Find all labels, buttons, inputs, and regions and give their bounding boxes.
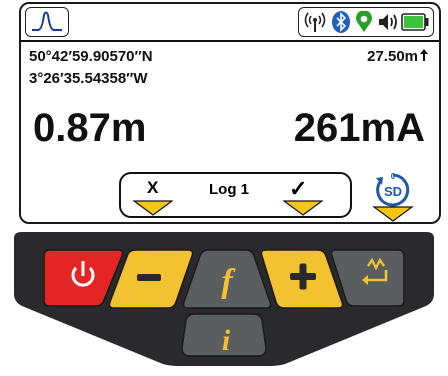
softkey-left-arrow-icon[interactable] bbox=[133, 200, 173, 216]
softkey-cancel-label: X bbox=[147, 178, 159, 197]
altitude-value: 27.50m bbox=[367, 48, 418, 65]
latitude: 50°42′59.90570″N bbox=[29, 48, 153, 65]
signal-indicator bbox=[25, 7, 69, 37]
sd-card-softkey[interactable]: 0 SD bbox=[371, 170, 415, 222]
peak-waveform-icon bbox=[32, 11, 62, 31]
arrow-up-icon bbox=[420, 49, 428, 61]
sd-label: SD bbox=[384, 184, 402, 199]
info-button[interactable]: i bbox=[181, 313, 267, 357]
status-bar bbox=[21, 4, 439, 40]
bluetooth-icon bbox=[332, 11, 350, 33]
status-icons bbox=[298, 7, 434, 37]
longitude: 3°26′35.54358″W bbox=[29, 70, 148, 87]
device-screen: 50°42′59.90570″N 3°26′35.54358″W 27.50m … bbox=[19, 2, 441, 224]
gps-pin-icon bbox=[356, 11, 372, 32]
battery-icon bbox=[401, 13, 429, 31]
softkey-confirm-label: ✓ bbox=[289, 176, 308, 201]
current-reading: 261mA bbox=[293, 106, 425, 150]
info-icon: i bbox=[222, 324, 231, 357]
keypad: f i bbox=[14, 232, 434, 366]
status-divider bbox=[21, 40, 439, 42]
speaker-icon bbox=[379, 14, 397, 30]
softkey-bar: X Log 1 ✓ bbox=[119, 172, 352, 218]
wireless-signal-icon bbox=[304, 12, 326, 32]
minus-icon bbox=[137, 274, 161, 281]
log-label: Log 1 bbox=[209, 181, 249, 198]
sd-card-icon: 0 SD bbox=[372, 172, 414, 222]
depth-reading: 0.87m bbox=[33, 106, 147, 150]
sd-counter: 0 bbox=[391, 172, 396, 181]
softkey-middle-arrow-icon[interactable] bbox=[283, 200, 323, 216]
altitude: 27.50m bbox=[367, 48, 429, 65]
